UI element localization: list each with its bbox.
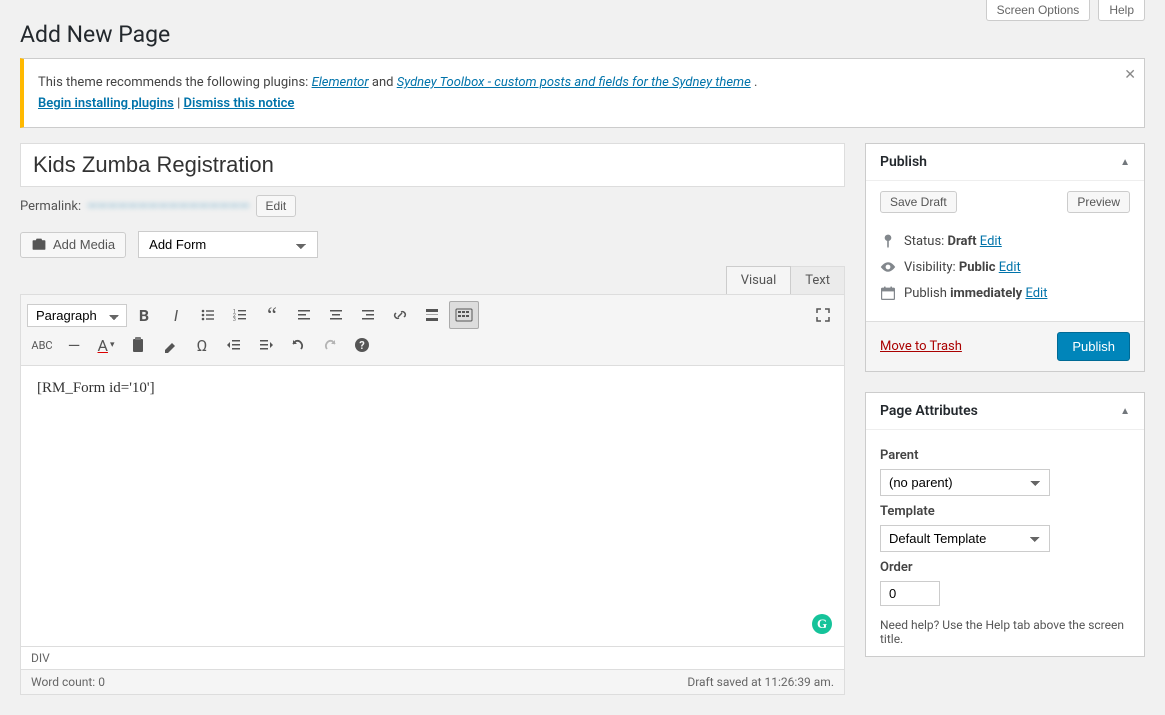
page-title-input[interactable] — [20, 143, 845, 187]
grammarly-icon[interactable]: G — [812, 614, 832, 634]
preview-button[interactable]: Preview — [1067, 191, 1130, 213]
save-draft-button[interactable]: Save Draft — [880, 191, 957, 213]
edit-permalink-button[interactable]: Edit — [256, 195, 297, 217]
add-form-select[interactable]: Add Form — [138, 231, 318, 258]
install-plugins-link[interactable]: Begin installing plugins — [38, 96, 174, 111]
outdent-icon[interactable] — [219, 331, 249, 359]
tab-visual[interactable]: Visual — [726, 266, 792, 294]
elementor-link[interactable]: Elementor — [312, 75, 369, 90]
clear-format-icon[interactable] — [155, 331, 185, 359]
pin-icon — [880, 233, 896, 249]
screen-options-button[interactable]: Screen Options — [986, 0, 1091, 21]
align-right-icon[interactable] — [353, 301, 383, 329]
dismiss-notice-link[interactable]: Dismiss this notice — [184, 96, 295, 111]
help-icon[interactable]: ? — [347, 331, 377, 359]
sydney-toolbox-link[interactable]: Sydney Toolbox - custom posts and fields… — [397, 75, 751, 90]
toolbar-toggle-icon[interactable] — [449, 301, 479, 329]
tab-text[interactable]: Text — [791, 266, 845, 294]
align-center-icon[interactable] — [321, 301, 351, 329]
read-more-icon[interactable] — [417, 301, 447, 329]
notice-text: This theme recommends the following plug… — [38, 75, 312, 90]
parent-label: Parent — [880, 448, 1130, 463]
page-attributes-box: Page Attributes ▲ Parent (no parent) Tem… — [865, 392, 1145, 657]
undo-icon[interactable] — [283, 331, 313, 359]
chevron-up-icon: ▲ — [1120, 406, 1130, 417]
svg-text:3: 3 — [233, 317, 236, 323]
strikethrough-icon[interactable]: ABC — [27, 331, 57, 359]
format-select[interactable]: Paragraph — [27, 304, 127, 327]
element-path: DIV — [21, 646, 844, 669]
bold-icon[interactable]: B — [129, 301, 159, 329]
order-input[interactable] — [880, 581, 940, 606]
parent-select[interactable]: (no parent) — [880, 469, 1050, 496]
camera-icon — [31, 237, 47, 253]
hr-icon[interactable]: — — [59, 331, 89, 359]
bullet-list-icon[interactable] — [193, 301, 223, 329]
text-color-icon[interactable]: A▾ — [91, 331, 121, 359]
edit-status-link[interactable]: Edit — [980, 234, 1002, 249]
help-button[interactable]: Help — [1098, 0, 1145, 21]
indent-icon[interactable] — [251, 331, 281, 359]
publish-header[interactable]: Publish ▲ — [866, 144, 1144, 181]
template-label: Template — [880, 504, 1130, 519]
special-char-icon[interactable]: Ω — [187, 331, 217, 359]
save-status: Draft saved at 11:26:39 am. — [687, 675, 834, 689]
number-list-icon[interactable]: 123 — [225, 301, 255, 329]
publish-button[interactable]: Publish — [1057, 332, 1130, 361]
eye-icon — [880, 259, 896, 275]
paste-text-icon[interactable] — [123, 331, 153, 359]
attributes-header[interactable]: Page Attributes ▲ — [866, 393, 1144, 430]
move-to-trash-link[interactable]: Move to Trash — [880, 339, 962, 354]
permalink-label: Permalink: — [20, 199, 81, 214]
order-label: Order — [880, 560, 1130, 575]
edit-schedule-link[interactable]: Edit — [1025, 286, 1047, 301]
permalink-url: ———————————————— — [87, 199, 249, 214]
close-icon[interactable]: ✕ — [1124, 67, 1136, 83]
svg-text:?: ? — [359, 339, 365, 352]
plugin-notice: ✕ This theme recommends the following pl… — [20, 58, 1145, 128]
publish-box: Publish ▲ Save Draft Preview Status: Dra… — [865, 143, 1145, 372]
editor: Paragraph B I 123 “ — [20, 294, 845, 695]
add-media-button[interactable]: Add Media — [20, 232, 126, 258]
page-title: Add New Page — [20, 21, 1145, 48]
word-count: Word count: 0 — [31, 675, 105, 689]
calendar-icon — [880, 285, 896, 301]
fullscreen-icon[interactable] — [808, 301, 838, 329]
attributes-help: Need help? Use the Help tab above the sc… — [880, 618, 1130, 646]
blockquote-icon[interactable]: “ — [257, 301, 287, 329]
content-editor[interactable]: [RM_Form id='10'] G — [21, 366, 844, 646]
align-left-icon[interactable] — [289, 301, 319, 329]
link-icon[interactable] — [385, 301, 415, 329]
edit-visibility-link[interactable]: Edit — [999, 260, 1021, 275]
chevron-up-icon: ▲ — [1120, 157, 1130, 168]
template-select[interactable]: Default Template — [880, 525, 1050, 552]
italic-icon[interactable]: I — [161, 301, 191, 329]
redo-icon[interactable] — [315, 331, 345, 359]
